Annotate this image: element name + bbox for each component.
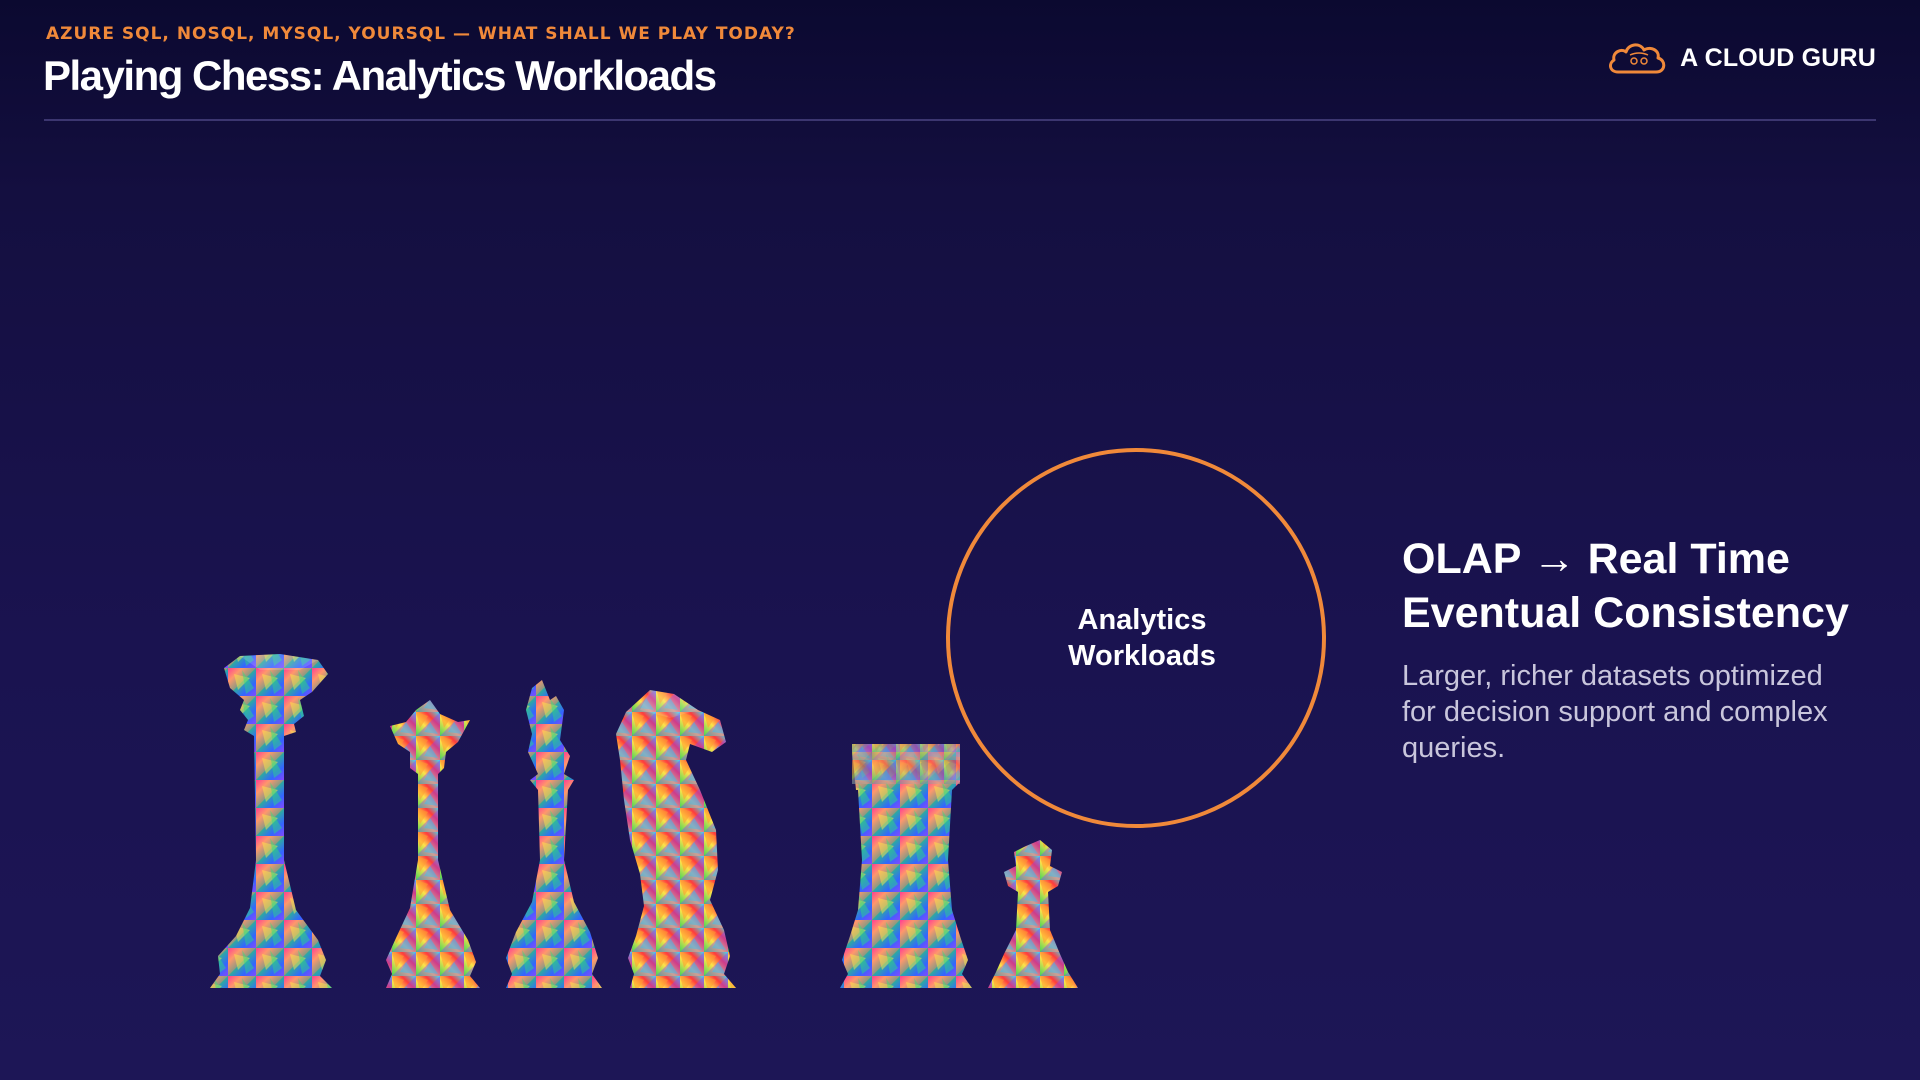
slide-title: Playing Chess: Analytics Workloads	[43, 52, 717, 99]
pawn-piece	[988, 840, 1078, 988]
analytics-workloads-circle: Analytics Workloads	[946, 448, 1326, 828]
circle-label: Analytics Workloads	[1032, 602, 1252, 674]
knight-piece	[616, 690, 736, 988]
cloud-logo-icon	[1609, 43, 1666, 74]
olap-description: Larger, richer datasets optimized for de…	[1402, 660, 1828, 764]
rook-piece	[840, 744, 972, 988]
circle-label-line-2: Workloads	[1068, 640, 1216, 672]
king-piece	[210, 654, 332, 988]
olap-heading-line-1: OLAP → Real Time	[1402, 535, 1790, 583]
header-divider	[44, 119, 1876, 121]
olap-heading-line-2: Eventual Consistency	[1402, 589, 1849, 637]
bishop-piece	[506, 680, 602, 988]
brand-logo: A CLOUD GURU	[1606, 38, 1876, 78]
queen-piece	[386, 700, 480, 988]
circle-label-line-1: Analytics	[1077, 604, 1207, 636]
brand-name: A CLOUD GURU	[1680, 43, 1876, 72]
olap-heading: OLAP → Real Time Eventual Consistency	[1402, 532, 1849, 640]
slide-kicker: AZURE SQL, NOSQL, MYSQL, YOURSQL — WHAT …	[46, 24, 796, 44]
